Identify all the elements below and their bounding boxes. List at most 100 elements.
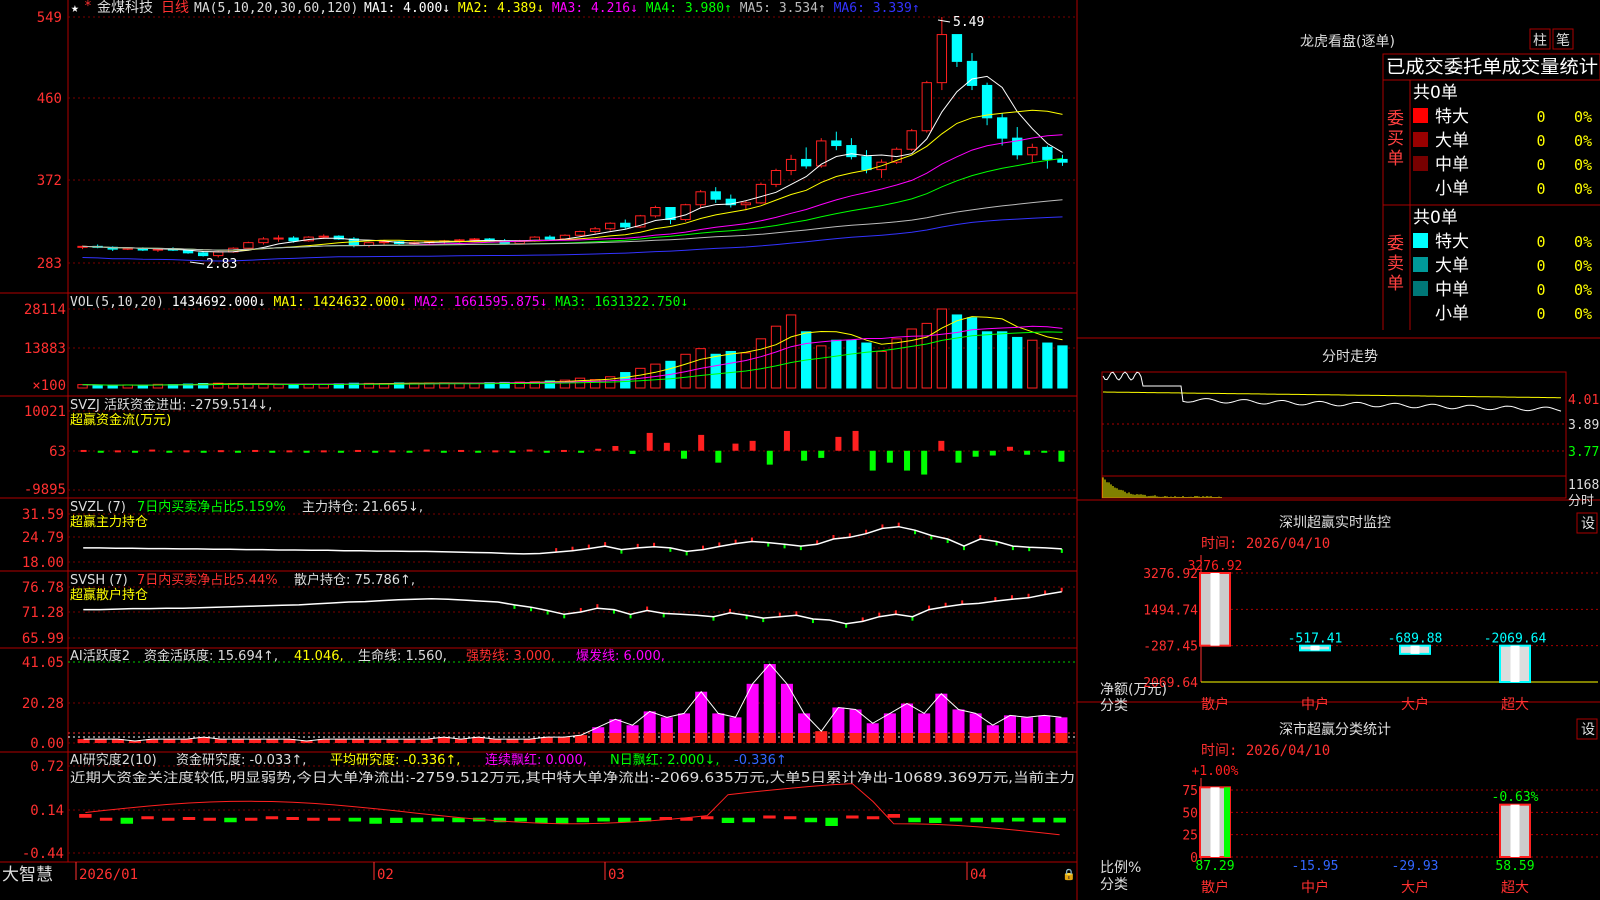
order-value: 0 (1536, 180, 1545, 198)
candle-body (681, 205, 690, 220)
ai-active-legend: AI活跃度2 资金活跃度: 15.694↑, 41.046, 生命线: 1.56… (70, 648, 665, 664)
flow-bar (235, 451, 241, 453)
active-base (1038, 733, 1050, 743)
flow-bar (870, 451, 876, 471)
volume-bar (907, 329, 916, 388)
classify-bar-label: -0.63% (1492, 790, 1539, 805)
flow-bar (544, 451, 550, 453)
order-value: 0 (1536, 257, 1545, 275)
classify-category: 超大 (1501, 880, 1529, 896)
flow-bar (321, 450, 327, 452)
volume-bar (982, 332, 991, 388)
ai-active-a: 资金活跃度: 15.694↑, (144, 648, 278, 664)
ai-research-d: N日飘红: 2.000↓, (610, 752, 719, 768)
candle-body (952, 35, 961, 62)
price-tick: 372 (37, 173, 62, 189)
flow-bar (424, 450, 430, 452)
active-bar (524, 739, 536, 743)
intraday-chart (1103, 372, 1561, 498)
flow-bar (338, 451, 344, 453)
ai-active-e: 爆发线: 6.000, (576, 648, 665, 664)
order-color-swatch (1413, 180, 1428, 195)
volume-bar (877, 351, 886, 388)
flow-bar (835, 437, 841, 451)
ma-legend-item: MA1: 4.000↓ (364, 1, 458, 16)
intraday-tick: 3.770 (1568, 445, 1600, 460)
ma-label: MA(5,10,20,30,60,120) (194, 1, 358, 16)
flow-bar (166, 451, 172, 453)
monitor-settings-label: 设 (1581, 516, 1595, 532)
research-bar (245, 818, 257, 821)
tab-bi-label: 笔 (1556, 33, 1570, 49)
ai-research-legend: AI研究度2(10) 资金研究度: -0.033↑, 平均研究度: -0.336… (70, 752, 1075, 786)
flow-bar (990, 451, 996, 456)
active-base (627, 733, 639, 743)
ai-active-tick: 41.05 (22, 655, 64, 671)
flow-bar (664, 443, 670, 451)
active-bar (249, 739, 261, 743)
candle-body (606, 223, 615, 229)
flow-bar (750, 441, 756, 451)
active-bar (764, 664, 776, 743)
flow-bar (98, 451, 104, 453)
research-bar (121, 818, 133, 824)
order-value: 0 (1536, 108, 1545, 126)
candle-body (244, 243, 253, 249)
svzj-line1: SVZJ 活跃资金进出: -2759.514↓, (70, 397, 272, 413)
svzl-tick: 24.79 (22, 530, 64, 546)
volume-bar (847, 340, 856, 388)
price-annotations: 5.49 2.83 (190, 15, 984, 272)
svzl-tick: 31.59 (22, 507, 64, 523)
ai-research-note: 近期大资金关注度较低,明显弱势,今日大单净流出:-2759.512万元,其中特大… (70, 770, 1075, 786)
research-bar (701, 816, 713, 819)
volume-bar (862, 343, 871, 388)
active-base (609, 733, 621, 743)
vol-legend-item: VOL(5,10,20) (70, 295, 172, 310)
vol-legend: VOL(5,10,20) 1434692.000↓ MA1: 1424632.0… (70, 295, 688, 310)
ma-line (83, 135, 1063, 250)
ai-research-tick: -0.44 (22, 846, 64, 862)
flow-bar (389, 450, 395, 452)
volume-bar (786, 315, 795, 388)
candle-body (651, 208, 660, 216)
active-bar (506, 739, 518, 743)
active-base (1004, 733, 1016, 743)
mark-icon: * (84, 0, 92, 14)
svzl-line (83, 523, 1062, 556)
flow-bar (509, 451, 515, 453)
flow-bar (458, 450, 464, 452)
order-label: 大单 (1435, 256, 1469, 276)
volume-bar (93, 385, 102, 388)
research-bar (224, 818, 236, 823)
order-pct: 0% (1574, 132, 1592, 150)
svg-text:单: 单 (1387, 274, 1404, 294)
intraday-axis: 4.010 3.890 3.770 11689 分时 (1568, 393, 1600, 509)
classify-time: 时间: 2026/04/10 (1201, 743, 1330, 759)
svsh-tick: 76.78 (22, 580, 64, 596)
order-pct: 0% (1574, 156, 1592, 174)
candle-body (379, 242, 388, 243)
monitor-category: 散户 (1201, 696, 1229, 713)
active-bar (455, 739, 467, 743)
high-price-label: 5.49 (953, 15, 984, 30)
candle-body (1043, 147, 1052, 159)
classify-category: 散户 (1201, 879, 1229, 896)
date-tick: 02 (377, 867, 394, 883)
flow-bar (853, 431, 859, 451)
vol-legend-item: 1434692.000↓ (172, 295, 274, 310)
active-bar (352, 739, 364, 743)
candle-body (862, 157, 871, 170)
candle-body (997, 118, 1006, 138)
flow-bar (647, 433, 653, 451)
svsh-name: SVSH (7) (70, 573, 128, 588)
active-base (832, 733, 844, 743)
flow-bar (904, 451, 910, 471)
ai-active-b: 41.046, (294, 649, 344, 664)
flow-bar (269, 451, 275, 453)
candle-body (198, 253, 207, 256)
candle-body (832, 141, 841, 146)
order-color-swatch (1413, 281, 1428, 296)
price-tick: 283 (37, 256, 62, 272)
low-price-label: 2.83 (206, 257, 237, 272)
svsh-pct: 7日内买卖净占比5.44% (137, 572, 278, 588)
